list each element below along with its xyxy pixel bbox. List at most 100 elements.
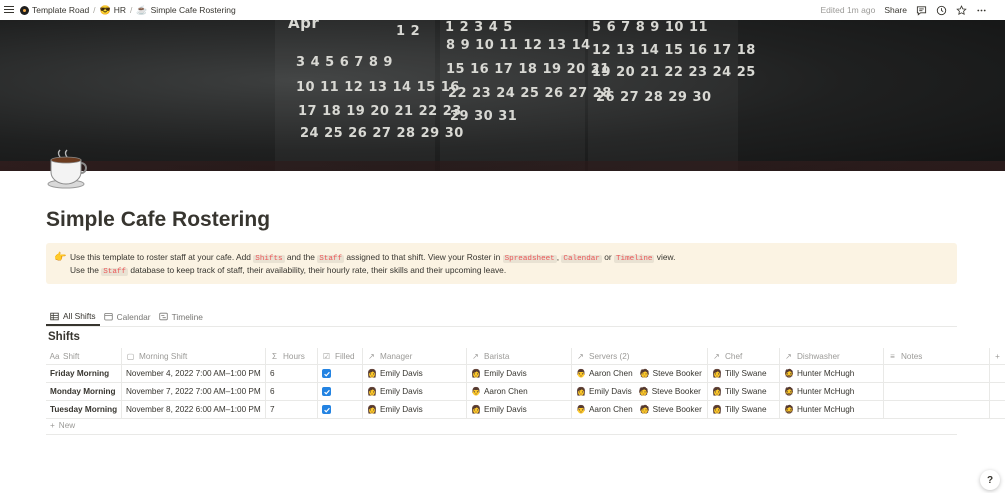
column-header-chef[interactable]: ↗ Chef <box>708 348 780 364</box>
cell-hours[interactable]: 6 <box>266 383 318 400</box>
column-label: Barista <box>484 351 510 361</box>
person-chip[interactable]: 👩 Emily Davis <box>471 405 527 414</box>
person-chip[interactable]: 👩 Tilly Swane <box>712 405 767 414</box>
column-header-barista[interactable]: ↗ Barista <box>467 348 572 364</box>
callout-text: Use the <box>70 265 102 275</box>
title-property-icon: Aa <box>49 351 60 361</box>
add-property-button[interactable]: + <box>990 348 1005 364</box>
breadcrumb-item-template-road[interactable]: Template Road <box>20 5 89 15</box>
cell-manager[interactable]: 👩 Emily Davis <box>363 383 467 400</box>
person-chip[interactable]: 👩 Emily Davis <box>471 369 527 378</box>
comments-icon[interactable] <box>916 5 927 16</box>
tab-all-shifts[interactable]: All Shifts <box>46 308 100 326</box>
checked-checkbox[interactable] <box>322 387 331 396</box>
favorite-star-icon[interactable] <box>956 4 967 16</box>
cover-calendar-text: 24 25 26 27 28 29 30 <box>300 126 464 141</box>
column-label: Hours <box>283 351 305 361</box>
cell-notes[interactable] <box>884 401 990 418</box>
person-chip[interactable]: 🧑 Steve Booker <box>640 405 702 414</box>
avatar: 👨 <box>576 368 586 378</box>
table-row[interactable]: Monday Morning November 7, 2022 7:00 AM–… <box>46 383 1005 401</box>
column-label: Morning Shift <box>139 351 188 361</box>
cell-chef[interactable]: 👩 Tilly Swane <box>708 383 780 400</box>
person-chip[interactable]: 👨 Aaron Chen <box>576 405 633 414</box>
table-row[interactable]: Friday Morning November 4, 2022 7:00 AM–… <box>46 365 1005 383</box>
cell-chef[interactable]: 👩 Tilly Swane <box>708 365 780 382</box>
cell-filled[interactable] <box>318 365 363 382</box>
share-button[interactable]: Share <box>884 5 907 15</box>
database-title[interactable]: Shifts <box>48 331 80 343</box>
column-header-dishwasher[interactable]: ↗ Dishwasher <box>780 348 884 364</box>
person-chip[interactable]: 🧑 Steve Booker <box>639 387 701 396</box>
column-header-filled[interactable]: ☑ Filled <box>318 348 363 364</box>
cell-dishwasher[interactable]: 🧔 Hunter McHugh <box>780 365 884 382</box>
more-options-icon[interactable] <box>976 5 987 16</box>
cell-barista[interactable]: 👩 Emily Davis <box>467 365 572 382</box>
tab-timeline[interactable]: Timeline <box>155 308 207 325</box>
cell-hours[interactable]: 6 <box>266 365 318 382</box>
cell-barista[interactable]: 👩 Emily Davis <box>467 401 572 418</box>
column-header-shift[interactable]: Aa Shift <box>46 348 122 364</box>
coffee-cup-icon[interactable] <box>46 148 92 190</box>
avatar: 🧔 <box>784 368 794 378</box>
cover-month-label: Apr <box>288 20 320 32</box>
cover-calendar-text: 12 13 14 15 16 17 18 <box>592 43 756 58</box>
column-header-notes[interactable]: ≡ Notes <box>884 348 990 364</box>
table-row[interactable]: Tuesday Morning November 8, 2022 6:00 AM… <box>46 401 1005 419</box>
avatar: 🧔 <box>784 386 794 396</box>
column-header-servers[interactable]: ↗ Servers (2) <box>572 348 708 364</box>
updates-clock-icon[interactable] <box>936 5 947 16</box>
tab-calendar[interactable]: Calendar <box>100 308 155 325</box>
person-chip[interactable]: 👩 Emily Davis <box>367 405 423 414</box>
person-name: Emily Davis <box>483 405 527 414</box>
cell-barista[interactable]: 👨 Aaron Chen <box>467 383 572 400</box>
column-header-hours[interactable]: Σ Hours <box>266 348 318 364</box>
column-label: Chef <box>725 351 743 361</box>
person-chip[interactable]: 👨 Aaron Chen <box>576 369 633 378</box>
person-chip[interactable]: 👩 Tilly Swane <box>712 387 767 396</box>
column-header-manager[interactable]: ↗ Manager <box>363 348 467 364</box>
cell-shift[interactable]: Friday Morning <box>46 365 122 382</box>
callout-box: 👉 Use this template to roster staff at y… <box>46 243 957 284</box>
person-chip[interactable]: 🧑 Steve Booker <box>640 369 702 378</box>
breadcrumb-item-hr[interactable]: 😎 HR <box>100 5 127 15</box>
breadcrumb-item-current-page[interactable]: ☕ Simple Cafe Rostering <box>136 5 235 15</box>
person-chip[interactable]: 👩 Emily Davis <box>367 387 423 396</box>
callout-text: or <box>601 252 614 262</box>
cell-date[interactable]: November 4, 2022 7:00 AM–1:00 PM <box>122 365 266 382</box>
person-chip[interactable]: 👩 Emily Davis <box>367 369 423 378</box>
menu-icon[interactable] <box>4 4 14 14</box>
cell-filled[interactable] <box>318 401 363 418</box>
cell-chef[interactable]: 👩 Tilly Swane <box>708 401 780 418</box>
cell-manager[interactable]: 👩 Emily Davis <box>363 365 467 382</box>
checked-checkbox[interactable] <box>322 369 331 378</box>
cell-dishwasher[interactable]: 🧔 Hunter McHugh <box>780 401 884 418</box>
cell-date[interactable]: November 7, 2022 7:00 AM–1:00 PM <box>122 383 266 400</box>
help-button[interactable]: ? <box>980 470 1000 490</box>
person-chip[interactable]: 🧔 Hunter McHugh <box>784 387 854 396</box>
cell-hours[interactable]: 7 <box>266 401 318 418</box>
cell-servers[interactable]: 👨 Aaron Chen 🧑 Steve Booker <box>572 365 708 382</box>
cell-servers[interactable]: 👩 Emily Davis 🧑 Steve Booker <box>572 383 708 400</box>
person-chip[interactable]: 👨 Aaron Chen <box>471 387 528 396</box>
cell-manager[interactable]: 👩 Emily Davis <box>363 401 467 418</box>
checked-checkbox[interactable] <box>322 405 331 414</box>
cell-shift[interactable]: Tuesday Morning <box>46 401 122 418</box>
person-chip[interactable]: 🧔 Hunter McHugh <box>784 405 854 414</box>
checkbox-property-icon: ☑ <box>322 351 331 361</box>
cell-notes[interactable] <box>884 383 990 400</box>
cell-filled[interactable] <box>318 383 363 400</box>
page-title[interactable]: Simple Cafe Rostering <box>46 208 270 232</box>
cell-date[interactable]: November 8, 2022 6:00 AM–1:00 PM <box>122 401 266 418</box>
cell-notes[interactable] <box>884 365 990 382</box>
column-label: Filled <box>335 351 355 361</box>
person-chip[interactable]: 👩 Emily Davis <box>576 387 632 396</box>
cell-servers[interactable]: 👨 Aaron Chen 🧑 Steve Booker <box>572 401 708 418</box>
person-chip[interactable]: 👩 Tilly Swane <box>712 369 767 378</box>
new-row-button[interactable]: + New <box>50 421 75 430</box>
cell-dishwasher[interactable]: 🧔 Hunter McHugh <box>780 383 884 400</box>
column-header-date[interactable]: ▢ Morning Shift <box>122 348 266 364</box>
person-chip[interactable]: 🧔 Hunter McHugh <box>784 369 854 378</box>
inline-code: Staff <box>317 255 345 263</box>
cell-shift[interactable]: Monday Morning <box>46 383 122 400</box>
